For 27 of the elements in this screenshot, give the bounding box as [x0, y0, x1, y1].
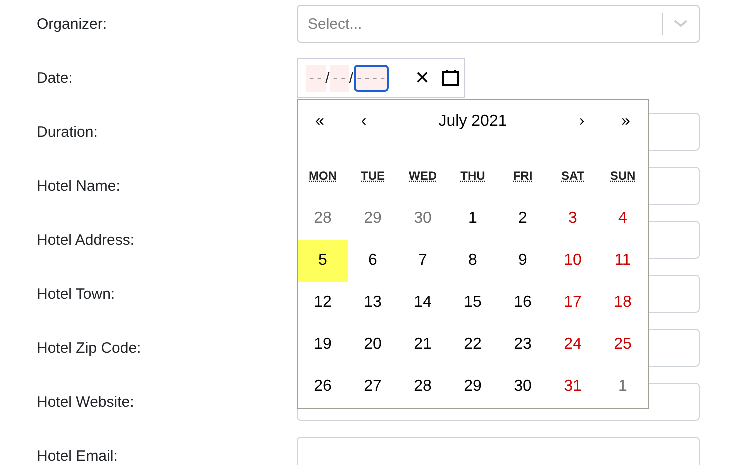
clear-button[interactable]: ✕ — [410, 67, 434, 89]
field-label: Hotel Address: — [37, 232, 136, 248]
weekday-header: SAT — [561, 168, 585, 185]
weekday-header: TUE — [361, 168, 385, 185]
weekday-header: WED — [409, 168, 437, 185]
prev-month-button[interactable]: ‹ — [342, 100, 386, 144]
field-label: Hotel Website: — [37, 394, 136, 410]
field-label: Hotel Zip Code: — [37, 340, 142, 356]
calendar-day[interactable]: 5 — [298, 240, 348, 282]
field-label: Organizer: — [37, 16, 108, 32]
next-month-button[interactable]: › — [560, 100, 604, 144]
field-label: Date: — [37, 70, 74, 86]
field-label: Hotel Town: — [37, 286, 116, 302]
weekday-header: FRI — [513, 168, 533, 185]
prev-year-button[interactable]: « — [298, 100, 342, 144]
field-label: Duration: — [37, 124, 99, 140]
date-separator: / — [349, 70, 354, 86]
month-title-button[interactable]: July 2021 — [386, 100, 560, 144]
date-separator: / — [326, 70, 330, 86]
weekday-header: THU — [460, 168, 486, 185]
date-field[interactable]: --/--/---- ✕ — [297, 58, 465, 98]
next-year-button[interactable]: » — [604, 100, 648, 144]
field-label: Hotel Email: — [37, 448, 119, 464]
weekday-header: SUN — [610, 168, 636, 185]
weekday-header: MON — [309, 168, 337, 185]
field-label: Hotel Name: — [37, 178, 122, 194]
select-field[interactable]: Select... — [297, 5, 700, 43]
